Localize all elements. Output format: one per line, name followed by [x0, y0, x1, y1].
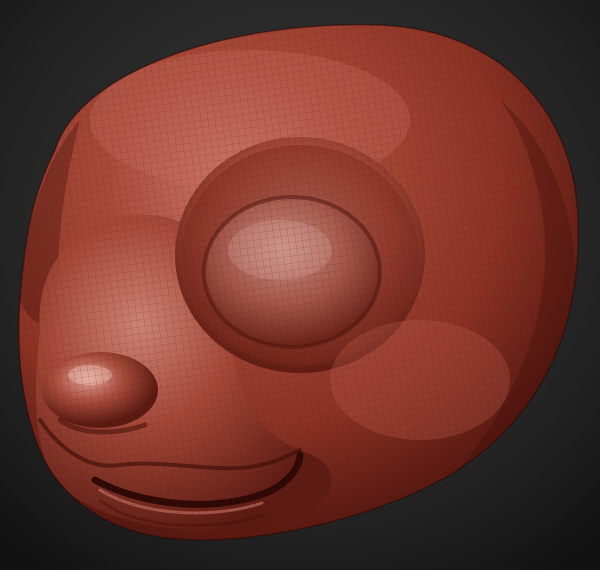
- viewport-canvas[interactable]: [0, 0, 600, 570]
- sculpt-viewport[interactable]: [0, 0, 600, 570]
